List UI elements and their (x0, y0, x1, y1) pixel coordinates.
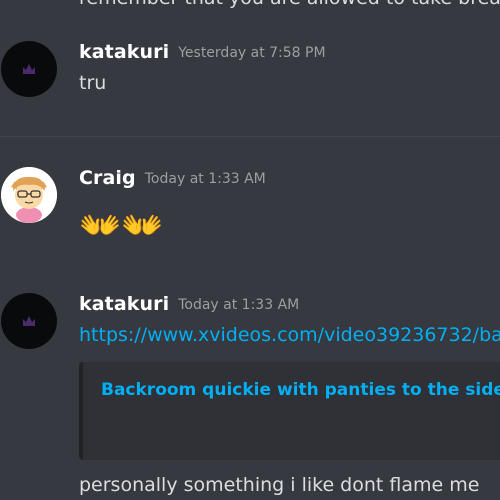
message-header: katakuri Today at 1:33 AM (79, 293, 299, 315)
crown-icon (23, 316, 35, 326)
previous-message-text: remember that you are allowed to take br… (79, 0, 500, 9)
timestamp: Today at 1:33 AM (144, 171, 266, 187)
craig-avatar-icon (1, 167, 57, 223)
avatar[interactable] (1, 167, 57, 223)
message-text: tru (79, 72, 107, 94)
emoji-reaction-text: 👐👐 (79, 206, 164, 246)
message-divider (0, 136, 500, 137)
message-link-row: https://www.xvideos.com/video39236732/ba (79, 324, 500, 346)
message-header: Craig Today at 1:33 AM (79, 167, 266, 189)
embed-title-link[interactable]: Backroom quickie with panties to the sid… (101, 380, 500, 400)
timestamp: Today at 1:33 AM (178, 297, 300, 313)
username[interactable]: katakuri (79, 41, 169, 63)
avatar[interactable] (1, 41, 57, 97)
message-header: katakuri Yesterday at 7:58 PM (79, 41, 326, 63)
timestamp: Yesterday at 7:58 PM (178, 45, 326, 61)
link-embed: Backroom quickie with panties to the sid… (79, 362, 500, 460)
message-link[interactable]: https://www.xvideos.com/video39236732/ba (79, 324, 500, 346)
message-text: personally something i like dont flame m… (79, 474, 480, 496)
username[interactable]: Craig (79, 167, 136, 189)
crown-icon (23, 64, 35, 74)
avatar[interactable] (1, 293, 57, 349)
username[interactable]: katakuri (79, 293, 169, 315)
